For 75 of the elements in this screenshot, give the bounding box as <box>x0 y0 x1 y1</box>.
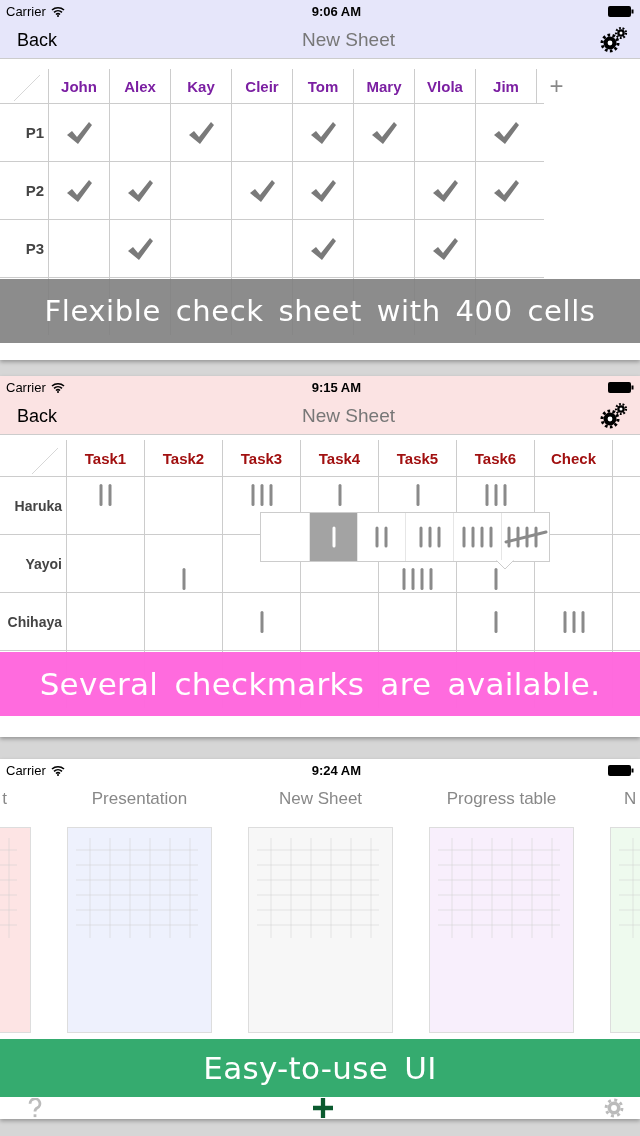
checkmark-icon <box>309 177 337 204</box>
row-header[interactable]: Yayoi <box>25 555 62 572</box>
column-header[interactable]: Mary <box>366 77 402 95</box>
corner-diagonal-icon <box>32 448 58 474</box>
sheet-title[interactable]: Presentation <box>67 789 212 811</box>
checkmark-icon <box>492 177 520 204</box>
column-header[interactable]: Check <box>551 449 596 467</box>
tally-marks-icon <box>399 568 436 590</box>
battery-icon <box>608 5 634 17</box>
column-header[interactable]: Alex <box>124 77 156 95</box>
sheet-title[interactable]: Progress table <box>429 789 574 811</box>
sheet-title[interactable]: t <box>0 789 31 811</box>
gears-icon[interactable] <box>600 402 628 430</box>
nav-title: New Sheet <box>302 29 395 51</box>
column-header[interactable]: Cleir <box>245 77 279 95</box>
nav-title: New Sheet <box>302 405 395 427</box>
wifi-icon <box>50 5 65 17</box>
checkmark-icon <box>309 119 337 146</box>
sheet-thumbnail[interactable] <box>67 827 212 1033</box>
checkmark-icon <box>65 177 93 204</box>
add-icon[interactable] <box>313 1098 333 1118</box>
add-column-button[interactable]: + <box>536 69 566 103</box>
column-header[interactable]: Task3 <box>240 449 283 467</box>
caption-text: Easy-to-use UI <box>203 1050 437 1086</box>
checkmark-icon <box>370 119 398 146</box>
column-header[interactable]: Kay <box>187 77 215 95</box>
carrier-label: Carrier <box>6 762 46 778</box>
status-time: 9:06 AM <box>311 3 362 19</box>
help-icon[interactable] <box>28 1098 42 1118</box>
sheet-thumbnail[interactable] <box>429 827 574 1033</box>
battery-icon <box>608 381 634 393</box>
checkmark-option[interactable] <box>309 513 357 561</box>
row-header[interactable]: P1 <box>25 124 44 141</box>
checkmark-icon <box>126 177 154 204</box>
carrier-label: Carrier <box>6 379 46 395</box>
status-time: 9:24 AM <box>311 762 362 778</box>
caption-text: Several checkmarks are available. <box>39 666 601 702</box>
corner-diagonal-icon <box>14 75 40 101</box>
column-header[interactable]: Task5 <box>396 449 439 467</box>
carrier-label: Carrier <box>6 3 46 19</box>
sheet-thumbnail[interactable] <box>248 827 393 1033</box>
column-header[interactable]: Task1 <box>84 449 127 467</box>
status-time: 9:15 AM <box>311 379 362 395</box>
tally-marks-icon <box>96 484 115 506</box>
gears-icon[interactable] <box>600 26 628 54</box>
sheet-title[interactable]: New Sheet <box>248 789 393 811</box>
wifi-icon <box>50 764 65 776</box>
checkmark-icon <box>248 177 276 204</box>
checkmark-icon <box>65 119 93 146</box>
row-header[interactable]: Chihaya <box>7 613 62 630</box>
back-button[interactable]: Back <box>17 29 58 51</box>
column-header[interactable]: Tom <box>307 77 339 95</box>
column-header[interactable]: Task4 <box>318 449 361 467</box>
row-header[interactable]: P2 <box>25 182 44 199</box>
checkmark-icon <box>309 235 337 262</box>
checkmark-icon <box>431 235 459 262</box>
caption-text: Flexible check sheet with 400 cells <box>44 294 596 328</box>
wifi-icon <box>50 381 65 393</box>
checkmark-icon <box>492 119 520 146</box>
checkmark-option[interactable] <box>501 513 549 561</box>
settings-icon[interactable] <box>604 1098 624 1118</box>
column-header[interactable]: Task2 <box>162 449 205 467</box>
row-header[interactable]: P3 <box>25 240 44 257</box>
checkmark-icon <box>126 235 154 262</box>
sheet-title[interactable]: N <box>610 789 640 811</box>
battery-icon <box>608 764 634 776</box>
column-header[interactable]: Vlola <box>427 77 463 95</box>
tally-marks-icon <box>503 526 548 548</box>
checkmark-icon <box>431 177 459 204</box>
row-header[interactable]: Haruka <box>14 497 62 514</box>
column-header[interactable]: Task6 <box>474 449 517 467</box>
column-header[interactable]: John <box>61 77 97 95</box>
checkmark-icon <box>187 119 215 146</box>
back-button[interactable]: Back <box>17 405 58 427</box>
column-header[interactable]: Jim <box>493 77 519 95</box>
